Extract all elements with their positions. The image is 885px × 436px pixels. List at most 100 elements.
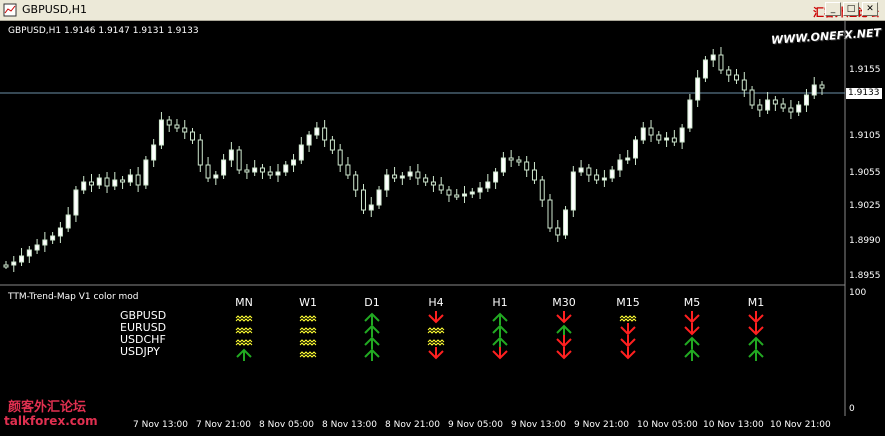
candle-bullish: [469, 191, 475, 195]
candle-bearish: [182, 127, 188, 133]
candle-bullish: [664, 137, 670, 141]
arrow-up-icon: [364, 324, 380, 337]
candle-bullish: [96, 177, 102, 186]
flat-wave-icon: [235, 339, 253, 346]
candle-bearish: [594, 174, 600, 181]
candle-bullish: [687, 99, 693, 129]
arrow-up-icon: [748, 348, 764, 361]
candle-bullish: [617, 159, 623, 171]
indicator-axis-min: 0: [849, 404, 855, 414]
candle-bullish: [632, 139, 638, 159]
candle-bullish: [399, 175, 405, 179]
candle-bullish: [601, 177, 607, 181]
indicator-axis-max: 100: [849, 288, 867, 298]
y-axis-label: 1.9155: [849, 65, 881, 75]
candle-bearish: [438, 184, 444, 191]
candle-bearish: [337, 149, 343, 166]
candle-bearish: [718, 54, 724, 71]
candle-bearish: [322, 127, 328, 141]
candle-bullish: [368, 204, 374, 211]
candle-bullish: [314, 127, 320, 136]
flat-wave-icon: [619, 315, 637, 322]
candle-bearish: [392, 174, 398, 179]
candle-bullish: [26, 249, 32, 257]
arrow-up-icon: [556, 324, 572, 337]
candle-bullish: [563, 209, 569, 236]
trend-map-grid: [235, 311, 764, 361]
price-chart[interactable]: [0, 0, 885, 436]
candle-bullish: [609, 169, 615, 179]
candle-bearish: [555, 227, 561, 236]
close-button[interactable]: ✕: [862, 2, 878, 16]
candle-bearish: [547, 199, 553, 229]
flat-wave-icon: [427, 339, 445, 346]
window-title: GBPUSD,H1: [22, 3, 87, 16]
candle-bearish: [197, 139, 203, 166]
candle-bullish: [803, 94, 809, 106]
arrow-up-icon: [684, 336, 700, 349]
candle-bullish: [493, 171, 499, 183]
candle-bearish: [3, 264, 9, 268]
arrow-down-icon: [620, 323, 636, 336]
minimize-button[interactable]: _: [825, 2, 841, 16]
candle-bullish: [710, 54, 716, 61]
window-titlebar[interactable]: GBPUSD,H1 汇客外汇论坛 _ □ ✕: [0, 0, 885, 21]
flat-wave-icon: [235, 315, 253, 322]
arrow-up-icon: [492, 312, 508, 325]
candle-bearish: [524, 161, 530, 171]
candle-bullish: [298, 144, 304, 161]
candlestick-series: [3, 47, 825, 272]
candle-bearish: [423, 177, 429, 183]
candle-bullish: [73, 189, 79, 216]
x-axis-label: 8 Nov 05:00: [259, 420, 314, 430]
candle-bullish: [477, 187, 483, 193]
candle-bullish: [19, 255, 25, 263]
candle-bullish: [640, 127, 646, 141]
flat-wave-icon: [299, 315, 317, 322]
x-axis-label: 10 Nov 21:00: [770, 420, 831, 430]
candle-bullish: [306, 134, 312, 146]
indicator-title: TTM-Trend-Map V1 color mod: [8, 292, 139, 302]
candle-bearish: [656, 134, 662, 141]
y-axis-label: 1.8990: [849, 236, 881, 246]
arrow-down-icon: [492, 347, 508, 360]
candle-bullish: [112, 179, 118, 187]
candle-bullish: [34, 244, 40, 251]
candle-bearish: [819, 84, 825, 89]
arrow-down-icon: [748, 323, 764, 336]
arrow-down-icon: [684, 323, 700, 336]
y-axis-label: 1.9105: [849, 131, 881, 141]
arrow-up-icon: [492, 336, 508, 349]
candle-bullish: [796, 104, 802, 113]
current-price-tag: 1.9133: [846, 88, 882, 99]
restore-button[interactable]: □: [843, 2, 859, 16]
candle-bearish: [531, 169, 537, 181]
arrow-up-icon: [748, 336, 764, 349]
timeframe-label: M1: [747, 296, 765, 309]
candle-bearish: [508, 157, 514, 161]
candle-bullish: [811, 84, 817, 96]
x-axis-label: 10 Nov 05:00: [637, 420, 698, 430]
timeframe-label: M15: [616, 296, 640, 309]
arrow-down-icon: [620, 335, 636, 348]
candle-bullish: [81, 181, 87, 191]
candle-bullish: [679, 127, 685, 143]
watermark-url: WWW.ONEFX.NET: [770, 26, 882, 47]
candle-bearish: [446, 189, 452, 196]
pair-label: USDJPY: [120, 345, 160, 358]
arrow-down-icon: [428, 311, 444, 324]
candle-bullish: [765, 99, 771, 111]
candle-bearish: [454, 194, 460, 198]
x-axis-label: 9 Nov 05:00: [448, 420, 503, 430]
timeframe-label: W1: [299, 296, 317, 309]
arrow-down-icon: [620, 347, 636, 360]
y-axis-label: 1.8955: [849, 271, 881, 281]
candle-bearish: [267, 171, 273, 176]
arrow-up-icon: [684, 348, 700, 361]
timeframe-label: MN: [235, 296, 253, 309]
arrow-up-icon: [364, 312, 380, 325]
candle-bearish: [120, 179, 126, 183]
x-axis-label: 7 Nov 13:00: [133, 420, 188, 430]
timeframe-label: H4: [428, 296, 444, 309]
candle-bearish: [648, 127, 654, 136]
